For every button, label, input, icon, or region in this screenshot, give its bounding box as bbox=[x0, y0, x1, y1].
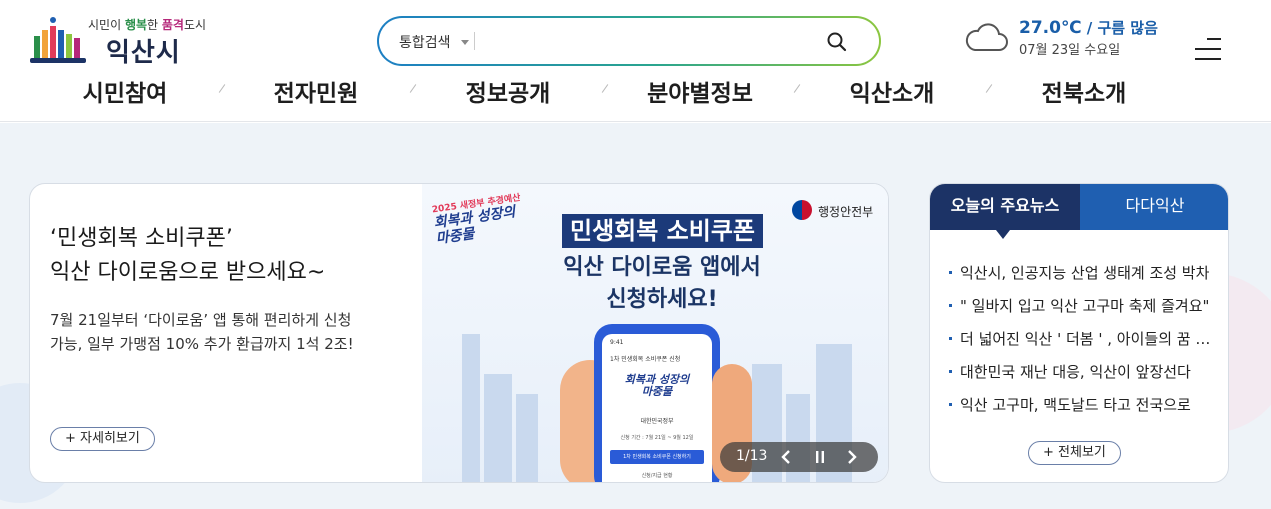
campaign-badge: 2025 새정부 추경예산 회복과 성장의 마중물 bbox=[431, 193, 522, 248]
phone-gov: 대한민국정부 bbox=[640, 418, 674, 425]
news-panel: 오늘의 주요뉴스 다다익산 익산시, 인공지능 산업 생태계 조성 박차 " 일… bbox=[929, 183, 1229, 483]
logo-slogan: 시민이 행복한 품격도시 bbox=[88, 18, 207, 32]
search-scope-select[interactable]: 통합검색 bbox=[399, 32, 451, 52]
building-shape bbox=[484, 374, 512, 482]
main-slider: ‘민생회복 소비쿠폰’ 익산 다이로움으로 받으세요~ 7월 21일부터 ‘다이로… bbox=[29, 183, 889, 483]
chevron-left-icon[interactable] bbox=[776, 447, 796, 467]
weather-date: 07월 23일 수요일 bbox=[1019, 43, 1121, 58]
nav-item-e-civil-service[interactable]: 전자민원 bbox=[246, 74, 386, 108]
main-visual-area: ‘민생회복 소비쿠폰’ 익산 다이로움으로 받으세요~ 7월 21일부터 ‘다이로… bbox=[0, 123, 1271, 509]
phone-illustration: 9:41 1차 민생회복 소비쿠폰 신청 회복과 성장의 마중물 대한민국정부 신… bbox=[594, 324, 720, 482]
site-logo[interactable]: 시민이 행복한 품격도시 익산시 bbox=[30, 10, 210, 68]
logo-name: 익산시 bbox=[106, 38, 181, 68]
building-shape bbox=[462, 334, 480, 482]
main-navigation: 시민참여 전자민원 정보공개 분야별정보 익산소개 전북소개 bbox=[0, 74, 1271, 110]
news-list-item[interactable]: " 일바지 입고 익산 고구마 축제 즐겨요" bbox=[946, 295, 1214, 328]
pause-icon[interactable] bbox=[810, 447, 830, 467]
news-list-item[interactable]: 더 넓어진 익산 ' 더봄 ' , 아이들의 꿈 키운다 bbox=[946, 328, 1214, 361]
hamburger-menu-icon[interactable] bbox=[1195, 38, 1221, 60]
building-shape bbox=[516, 394, 538, 482]
cloud-icon bbox=[965, 23, 1008, 51]
nav-item-citizen-participation[interactable]: 시민참여 bbox=[55, 74, 195, 108]
phone-header: 1차 민생회복 소비쿠폰 신청 bbox=[610, 356, 681, 363]
news-more-button[interactable]: + 전체보기 bbox=[1028, 441, 1121, 465]
nav-item-field-info[interactable]: 분야별정보 bbox=[630, 74, 770, 108]
nav-separator bbox=[409, 84, 417, 93]
tab-today-news[interactable]: 오늘의 주요뉴스 bbox=[930, 184, 1080, 230]
logo-mark-icon bbox=[30, 17, 86, 63]
news-tabs: 오늘의 주요뉴스 다다익산 bbox=[930, 184, 1228, 230]
banner-subheadline: 익산 다이로움 앱에서 신청하세요! bbox=[563, 255, 761, 312]
government-emblem-icon bbox=[792, 200, 812, 220]
slider-controls: 1/13 bbox=[720, 442, 878, 472]
weather-temperature: 27.0℃ / 구름 많음 bbox=[1019, 18, 1158, 38]
slide-pager: 1/13 bbox=[736, 448, 768, 464]
news-list-item[interactable]: 익산시, 인공지능 산업 생태계 조성 박차 bbox=[946, 262, 1214, 295]
chevron-down-icon[interactable] bbox=[461, 40, 469, 45]
active-tab-pointer bbox=[996, 230, 1010, 239]
slide-text: ‘민생회복 소비쿠폰’ 익산 다이로움으로 받으세요~ 7월 21일부터 ‘다이로… bbox=[50, 222, 420, 356]
phone-apply-button: 1차 민생회복 소비쿠폰 신청하기 bbox=[610, 450, 704, 464]
search-divider bbox=[474, 32, 475, 50]
ministry-label: 행정안전부 bbox=[818, 205, 874, 219]
news-list-item[interactable]: 대한민국 재난 대응, 익산이 앞장선다 bbox=[946, 361, 1214, 394]
news-list-item[interactable]: 익산 고구마, 맥도날드 타고 전국으로 bbox=[946, 394, 1214, 427]
site-header: 시민이 행복한 품격도시 익산시 통합검색 27.0℃ / 구름 많음 07월 … bbox=[0, 0, 1271, 122]
nav-separator bbox=[601, 84, 609, 93]
nav-item-about-jeonbuk[interactable]: 전북소개 bbox=[1014, 74, 1154, 108]
nav-item-about-iksan[interactable]: 익산소개 bbox=[822, 74, 962, 108]
search-box: 통합검색 bbox=[379, 18, 879, 64]
phone-title: 회복과 성장의 마중물 bbox=[624, 373, 690, 398]
news-list: 익산시, 인공지능 산업 생태계 조성 박차 " 일바지 입고 익산 고구마 축… bbox=[946, 262, 1214, 427]
nav-item-information-disclosure[interactable]: 정보공개 bbox=[438, 74, 578, 108]
slide-description: 7월 21일부터 ‘다이로움’ 앱 통해 편리하게 신청 가능, 일부 가맹점 1… bbox=[50, 311, 354, 353]
search-icon[interactable] bbox=[825, 30, 849, 54]
nav-separator bbox=[218, 84, 226, 93]
slide-more-button[interactable]: + 자세히보기 bbox=[50, 427, 155, 451]
chevron-right-icon[interactable] bbox=[842, 447, 862, 467]
slide-title: ‘민생회복 소비쿠폰’ 익산 다이로움으로 받으세요~ bbox=[50, 226, 326, 285]
search-input[interactable] bbox=[481, 26, 811, 56]
nav-separator bbox=[985, 84, 993, 93]
nav-separator bbox=[793, 84, 801, 93]
integrated-search: 통합검색 bbox=[377, 16, 881, 66]
tab-dada-iksan[interactable]: 다다익산 bbox=[1080, 184, 1228, 230]
phone-period: 신청 기간 : 7월 21일 ~ 9월 12일 bbox=[620, 435, 694, 441]
phone-status-link: 신청/지급 현황 bbox=[641, 473, 673, 479]
banner-headline: 민생회복 소비쿠폰 bbox=[562, 214, 763, 248]
weather-widget[interactable]: 27.0℃ / 구름 많음 07월 23일 수요일 bbox=[963, 16, 1173, 60]
phone-time: 9:41 bbox=[610, 339, 624, 346]
slide-banner-image[interactable]: 2025 새정부 추경예산 회복과 성장의 마중물 행정안전부 민생회복 소비쿠… bbox=[422, 184, 888, 482]
phone-screen: 9:41 1차 민생회복 소비쿠폰 신청 회복과 성장의 마중물 대한민국정부 신… bbox=[602, 334, 712, 482]
